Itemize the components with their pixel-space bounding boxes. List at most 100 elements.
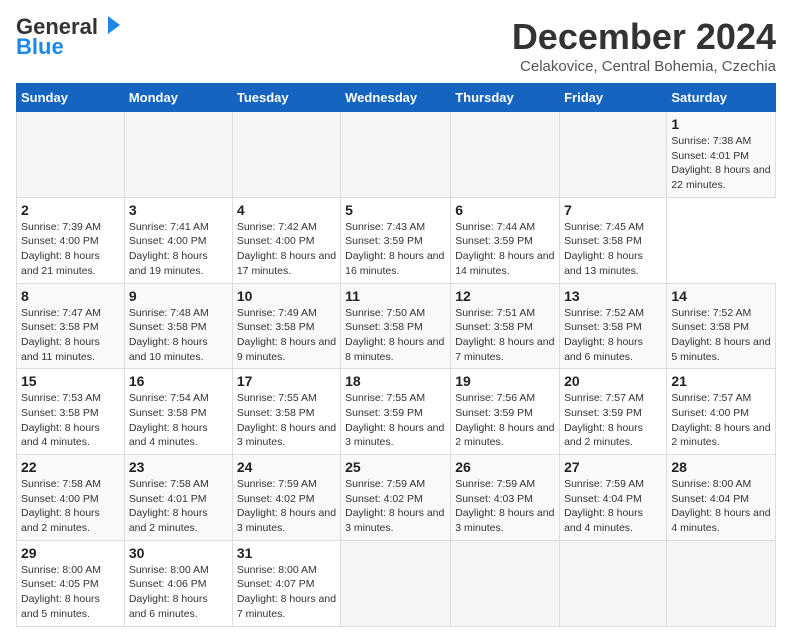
day-info: Sunrise: 7:39 AMSunset: 4:00 PMDaylight:… — [21, 220, 120, 279]
day-number: 26 — [455, 459, 555, 475]
header-cell-wednesday: Wednesday — [341, 84, 451, 112]
day-info: Sunrise: 7:51 AMSunset: 3:58 PMDaylight:… — [455, 306, 555, 365]
calendar-cell — [341, 540, 451, 626]
header-cell-monday: Monday — [124, 84, 232, 112]
calendar-cell: 30 Sunrise: 8:00 AMSunset: 4:06 PMDayligh… — [124, 540, 232, 626]
calendar-cell: 26 Sunrise: 7:59 AMSunset: 4:03 PMDayligh… — [451, 455, 560, 541]
day-number: 8 — [21, 288, 120, 304]
day-number: 23 — [129, 459, 228, 475]
calendar-cell — [124, 112, 232, 198]
day-number: 27 — [564, 459, 662, 475]
day-info: Sunrise: 8:00 AMSunset: 4:04 PMDaylight:… — [671, 477, 771, 536]
day-info: Sunrise: 7:56 AMSunset: 3:59 PMDaylight:… — [455, 391, 555, 450]
day-number: 6 — [455, 202, 555, 218]
day-number: 4 — [237, 202, 336, 218]
day-info: Sunrise: 7:59 AMSunset: 4:02 PMDaylight:… — [345, 477, 446, 536]
day-number: 30 — [129, 545, 228, 561]
day-number: 1 — [671, 116, 771, 132]
day-info: Sunrise: 7:38 AMSunset: 4:01 PMDaylight:… — [671, 134, 771, 193]
title-area: December 2024 Celakovice, Central Bohemi… — [512, 16, 776, 75]
day-number: 7 — [564, 202, 662, 218]
calendar-cell: 31Sunrise: 8:00 AMSunset: 4:07 PMDayligh… — [232, 540, 340, 626]
calendar-cell — [560, 112, 667, 198]
day-info: Sunrise: 7:59 AMSunset: 4:04 PMDaylight:… — [564, 477, 662, 536]
calendar-cell: 5Sunrise: 7:43 AMSunset: 3:59 PMDaylight… — [341, 197, 451, 283]
day-info: Sunrise: 7:47 AMSunset: 3:58 PMDaylight:… — [21, 306, 120, 365]
day-number: 28 — [671, 459, 771, 475]
day-number: 18 — [345, 373, 446, 389]
day-number: 11 — [345, 288, 446, 304]
day-info: Sunrise: 7:48 AMSunset: 3:58 PMDaylight:… — [129, 306, 228, 365]
week-row: 22 Sunrise: 7:58 AMSunset: 4:00 PMDayligh… — [17, 455, 776, 541]
day-number: 24 — [237, 459, 336, 475]
day-number: 3 — [129, 202, 228, 218]
day-number: 5 — [345, 202, 446, 218]
day-info: Sunrise: 7:58 AMSunset: 4:00 PMDaylight:… — [21, 477, 120, 536]
day-number: 14 — [671, 288, 771, 304]
day-info: Sunrise: 7:42 AMSunset: 4:00 PMDaylight:… — [237, 220, 336, 279]
logo-icon — [100, 14, 122, 36]
calendar-cell: 23 Sunrise: 7:58 AMSunset: 4:01 PMDayligh… — [124, 455, 232, 541]
day-number: 19 — [455, 373, 555, 389]
day-number: 2 — [21, 202, 120, 218]
calendar-cell: 29 Sunrise: 8:00 AMSunset: 4:05 PMDayligh… — [17, 540, 125, 626]
calendar-cell: 9 Sunrise: 7:48 AMSunset: 3:58 PMDaylight… — [124, 283, 232, 369]
header-cell-saturday: Saturday — [667, 84, 776, 112]
day-number: 9 — [129, 288, 228, 304]
day-info: Sunrise: 7:59 AMSunset: 4:03 PMDaylight:… — [455, 477, 555, 536]
day-number: 10 — [237, 288, 336, 304]
header-cell-friday: Friday — [560, 84, 667, 112]
day-info: Sunrise: 8:00 AMSunset: 4:05 PMDaylight:… — [21, 563, 120, 622]
day-info: Sunrise: 7:58 AMSunset: 4:01 PMDaylight:… — [129, 477, 228, 536]
day-number: 12 — [455, 288, 555, 304]
header-row: SundayMondayTuesdayWednesdayThursdayFrid… — [17, 84, 776, 112]
calendar-cell: 8 Sunrise: 7:47 AMSunset: 3:58 PMDaylight… — [17, 283, 125, 369]
logo-blue: Blue — [16, 36, 64, 58]
calendar-cell: 1 Sunrise: 7:38 AMSunset: 4:01 PMDaylight… — [667, 112, 776, 198]
day-number: 29 — [21, 545, 120, 561]
day-info: Sunrise: 7:45 AMSunset: 3:58 PMDaylight:… — [564, 220, 662, 279]
day-number: 17 — [237, 373, 336, 389]
day-info: Sunrise: 7:50 AMSunset: 3:58 PMDaylight:… — [345, 306, 446, 365]
calendar-cell: 6 Sunrise: 7:44 AMSunset: 3:59 PMDaylight… — [451, 197, 560, 283]
calendar-cell — [667, 540, 776, 626]
day-info: Sunrise: 8:00 AMSunset: 4:07 PMDaylight:… — [237, 563, 336, 622]
day-number: 22 — [21, 459, 120, 475]
calendar-cell: 12 Sunrise: 7:51 AMSunset: 3:58 PMDayligh… — [451, 283, 560, 369]
day-number: 25 — [345, 459, 446, 475]
day-info: Sunrise: 7:41 AMSunset: 4:00 PMDaylight:… — [129, 220, 228, 279]
main-title: December 2024 — [512, 16, 776, 58]
calendar-cell: 25 Sunrise: 7:59 AMSunset: 4:02 PMDayligh… — [341, 455, 451, 541]
day-info: Sunrise: 7:49 AMSunset: 3:58 PMDaylight:… — [237, 306, 336, 365]
day-number: 20 — [564, 373, 662, 389]
header-cell-thursday: Thursday — [451, 84, 560, 112]
logo: General Blue — [16, 16, 122, 58]
calendar-cell: 4 Sunrise: 7:42 AMSunset: 4:00 PMDaylight… — [232, 197, 340, 283]
day-info: Sunrise: 7:54 AMSunset: 3:58 PMDaylight:… — [129, 391, 228, 450]
header: General Blue December 2024 Celakovice, C… — [16, 16, 776, 75]
day-info: Sunrise: 8:00 AMSunset: 4:06 PMDaylight:… — [129, 563, 228, 622]
calendar-cell: 13Sunrise: 7:52 AMSunset: 3:58 PMDayligh… — [560, 283, 667, 369]
calendar-cell: 28 Sunrise: 8:00 AMSunset: 4:04 PMDayligh… — [667, 455, 776, 541]
calendar-cell: 7 Sunrise: 7:45 AMSunset: 3:58 PMDaylight… — [560, 197, 667, 283]
week-row: 8 Sunrise: 7:47 AMSunset: 3:58 PMDaylight… — [17, 283, 776, 369]
calendar-cell: 18Sunrise: 7:55 AMSunset: 3:59 PMDayligh… — [341, 369, 451, 455]
calendar-cell — [451, 112, 560, 198]
calendar-cell: 24Sunrise: 7:59 AMSunset: 4:02 PMDayligh… — [232, 455, 340, 541]
calendar-cell: 10 Sunrise: 7:49 AMSunset: 3:58 PMDayligh… — [232, 283, 340, 369]
week-row: 29 Sunrise: 8:00 AMSunset: 4:05 PMDayligh… — [17, 540, 776, 626]
calendar-cell: 2 Sunrise: 7:39 AMSunset: 4:00 PMDaylight… — [17, 197, 125, 283]
day-number: 15 — [21, 373, 120, 389]
calendar-cell: 16 Sunrise: 7:54 AMSunset: 3:58 PMDayligh… — [124, 369, 232, 455]
day-number: 21 — [671, 373, 771, 389]
day-info: Sunrise: 7:57 AMSunset: 3:59 PMDaylight:… — [564, 391, 662, 450]
calendar-cell — [17, 112, 125, 198]
day-info: Sunrise: 7:55 AMSunset: 3:58 PMDaylight:… — [237, 391, 336, 450]
calendar-cell: 22 Sunrise: 7:58 AMSunset: 4:00 PMDayligh… — [17, 455, 125, 541]
day-number: 13 — [564, 288, 662, 304]
day-info: Sunrise: 7:44 AMSunset: 3:59 PMDaylight:… — [455, 220, 555, 279]
week-row: 15Sunrise: 7:53 AMSunset: 3:58 PMDayligh… — [17, 369, 776, 455]
day-number: 16 — [129, 373, 228, 389]
calendar-cell: 11 Sunrise: 7:50 AMSunset: 3:58 PMDayligh… — [341, 283, 451, 369]
calendar-cell — [232, 112, 340, 198]
